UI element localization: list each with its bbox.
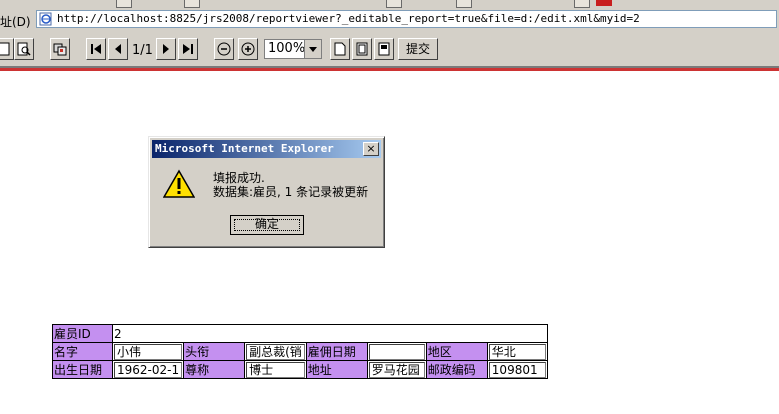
report-table: 雇员ID 2 名字 小伟 头衔 副总裁(销 雇佣日期 地区 华北 出生日期 19…: [52, 324, 548, 379]
label-employee-id: 雇员ID: [52, 324, 113, 343]
birth-date-cell: 1962-02-1: [111, 360, 185, 379]
save-icon: [0, 42, 10, 56]
zoom-in-icon: [241, 42, 255, 56]
label-courtesy: 尊称: [183, 360, 246, 379]
employee-id-value: 2: [112, 324, 548, 343]
address-cell: 罗马花园: [366, 360, 427, 379]
toolbar-icon-fragment[interactable]: [386, 0, 402, 8]
zoom-value: 100%: [268, 41, 306, 56]
toolbar-icon-fragment[interactable]: [574, 0, 590, 8]
toolbar-icon-fragment[interactable]: [596, 0, 612, 6]
next-page-button[interactable]: [156, 38, 176, 60]
title-cell: 副总裁(销: [244, 342, 307, 361]
birth-date-input[interactable]: 1962-02-1: [114, 361, 183, 378]
export-button[interactable]: [50, 38, 70, 60]
page-setup-icon: [356, 42, 368, 56]
last-page-button[interactable]: [178, 38, 198, 60]
label-region: 地区: [425, 342, 488, 361]
courtesy-input[interactable]: 博士: [246, 361, 305, 378]
dialog-title: Microsoft Internet Explorer: [155, 142, 334, 155]
label-title: 头衔: [183, 342, 246, 361]
label-hire-date: 雇佣日期: [305, 342, 368, 361]
close-icon: ×: [366, 142, 376, 155]
close-button[interactable]: ×: [363, 142, 379, 156]
page-icon: [334, 42, 346, 56]
toolbar-icon-fragment[interactable]: [456, 0, 472, 8]
alert-dialog: Microsoft Internet Explorer × 填报成功. 数据集:…: [148, 136, 385, 248]
page-setup-button[interactable]: [352, 38, 372, 60]
ok-button-label: 确定: [254, 217, 279, 231]
name-input[interactable]: 小伟: [114, 343, 183, 360]
export-icon: [53, 43, 67, 56]
toolbar-icon-fragment[interactable]: [116, 0, 132, 8]
courtesy-cell: 博士: [244, 360, 307, 379]
address-label: 址(D): [0, 15, 31, 29]
print-button[interactable]: [374, 38, 394, 60]
zoom-out-button[interactable]: [214, 38, 234, 60]
warning-icon: [163, 169, 195, 198]
address-url: http://localhost:8825/jrs2008/reportview…: [57, 12, 640, 25]
submit-button[interactable]: 提交: [398, 38, 438, 60]
chevron-down-icon[interactable]: [304, 40, 321, 58]
table-row: 名字 小伟 头衔 副总裁(销 雇佣日期 地区 华北: [52, 342, 548, 361]
postal-code-input[interactable]: 109801: [488, 361, 546, 378]
next-page-icon: [163, 44, 169, 54]
dialog-titlebar[interactable]: Microsoft Internet Explorer ×: [152, 140, 381, 158]
zoom-select[interactable]: 100%: [264, 39, 322, 59]
hire-date-input[interactable]: [368, 343, 425, 360]
region-input[interactable]: 华北: [488, 343, 546, 360]
page-button[interactable]: [330, 38, 350, 60]
table-row: 雇员ID 2: [52, 324, 548, 343]
title-input[interactable]: 副总裁(销: [246, 343, 305, 360]
label-name: 名字: [52, 342, 113, 361]
address-input-field[interactable]: 罗马花园: [368, 361, 425, 378]
ok-button[interactable]: 确定: [230, 215, 304, 235]
prev-page-icon: [115, 44, 121, 54]
label-postal-code: 邮政编码: [425, 360, 488, 379]
first-page-button[interactable]: [86, 38, 106, 60]
last-page-icon: [183, 44, 193, 54]
zoom-in-button[interactable]: [238, 38, 258, 60]
zoom-out-icon: [217, 42, 231, 56]
table-row: 出生日期 1962-02-1 尊称 博士 地址 罗马花园 邮政编码 109801: [52, 360, 548, 379]
first-page-icon: [91, 44, 101, 54]
report-top-border: [0, 68, 779, 71]
dialog-message-line2: 数据集:雇员, 1 条记录被更新: [213, 185, 369, 199]
toolbar-icon-fragment[interactable]: [184, 0, 200, 8]
preview-icon: [17, 42, 31, 56]
page-indicator: 1/1: [132, 43, 153, 58]
name-cell: 小伟: [111, 342, 185, 361]
address-bar: 址(D) http://localhost:8825/jrs2008/repor…: [0, 8, 779, 32]
preview-button[interactable]: [14, 38, 34, 60]
report-toolbar: 1/1 100% 提交: [0, 32, 779, 66]
label-address: 地址: [305, 360, 368, 379]
print-icon: [378, 42, 390, 56]
hire-date-cell: [366, 342, 427, 361]
prev-page-button[interactable]: [108, 38, 128, 60]
label-birth-date: 出生日期: [52, 360, 113, 379]
ie-page-icon: [39, 12, 52, 26]
postal-code-cell: 109801: [486, 360, 548, 379]
top-toolbar-strip: [0, 0, 779, 8]
region-cell: 华北: [486, 342, 548, 361]
address-input[interactable]: http://localhost:8825/jrs2008/reportview…: [36, 10, 777, 28]
save-button[interactable]: [0, 38, 14, 60]
